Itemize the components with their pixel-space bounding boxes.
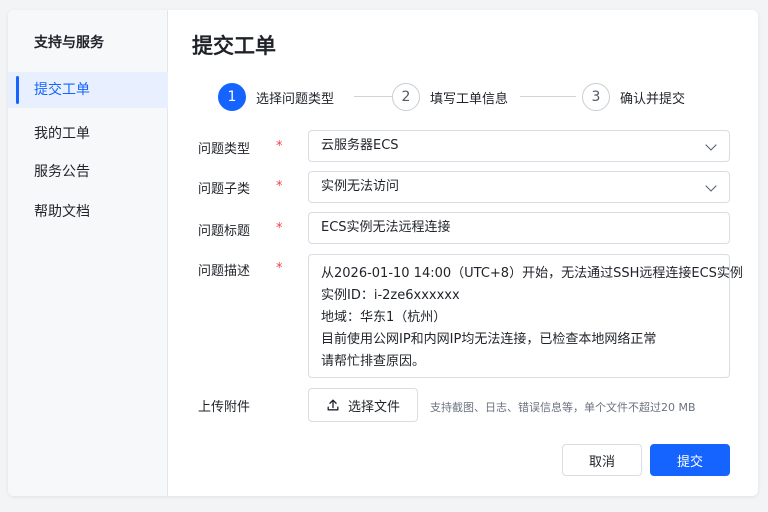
sidebar-item-help-docs[interactable]: 帮助文档 [8, 194, 168, 230]
problem-type-label: 问题类型 [198, 142, 251, 157]
step-2-number: 2 [392, 83, 420, 111]
step-2: 2 填写工单信息 [392, 82, 508, 112]
problem-description-label: 问题描述 [198, 264, 251, 279]
cancel-button[interactable]: 取消 [562, 444, 642, 476]
upload-icon [327, 399, 339, 411]
problem-title-input[interactable]: ECS实例无法远程连接 [308, 212, 730, 244]
step-2-label: 填写工单信息 [430, 91, 509, 107]
chevron-down-icon [705, 180, 717, 192]
step-3-number: 3 [582, 83, 610, 111]
choose-file-button[interactable]: 选择文件 [308, 388, 418, 422]
sidebar-title: 支持与服务 [34, 35, 104, 51]
problem-description-textarea[interactable]: 从2026-01-10 14:00（UTC+8）开始，无法通过SSH远程连接EC… [308, 254, 743, 378]
page-title: 提交工单 [192, 34, 276, 58]
chevron-down-icon [705, 139, 717, 151]
sidebar-item-submit-ticket[interactable]: 提交工单 [8, 72, 168, 108]
description-line: 从2026-01-10 14:00（UTC+8）开始，无法通过SSH远程连接EC… [321, 266, 743, 281]
problem-title-label: 问题标题 [198, 224, 251, 239]
required-mark: * [276, 139, 283, 154]
problem-subtype-label: 问题子类 [198, 182, 251, 197]
sidebar: 支持与服务 提交工单 我的工单 服务公告 帮助文档 [8, 10, 168, 496]
sidebar-item-announcements[interactable]: 服务公告 [8, 154, 168, 190]
description-line: 目前使用公网IP和内网IP均无法连接，已检查本地网络正常 [321, 332, 657, 347]
app-window: 支持与服务 提交工单 我的工单 服务公告 帮助文档 提交工单 1 选择问题类型 … [8, 10, 758, 496]
step-3: 3 确认并提交 [582, 82, 685, 112]
problem-type-value: 云服务器ECS [321, 138, 399, 153]
step-1: 1 选择问题类型 [218, 82, 334, 112]
step-1-number: 1 [218, 83, 246, 111]
attachment-label: 上传附件 [198, 400, 251, 415]
main-content: 提交工单 1 选择问题类型 2 填写工单信息 3 确认并提交 问题类型 * 云服… [168, 10, 758, 496]
description-line: 请帮忙排查原因。 [321, 354, 426, 369]
step-1-label: 选择问题类型 [256, 91, 335, 107]
description-line: 实例ID：i-2ze6xxxxxx [321, 288, 460, 303]
problem-type-select[interactable]: 云服务器ECS [308, 130, 730, 162]
step-connector [520, 96, 576, 97]
step-3-label: 确认并提交 [620, 91, 686, 107]
problem-subtype-value: 实例无法访问 [321, 179, 400, 194]
required-mark: * [276, 179, 283, 194]
choose-file-label: 选择文件 [347, 399, 400, 415]
submit-button[interactable]: 提交 [650, 444, 730, 476]
description-line: 地域：华东1（杭州） [321, 310, 447, 325]
upload-hint: 支持截图、日志、错误信息等，单个文件不超过20 MB [430, 401, 696, 414]
required-mark: * [276, 261, 283, 276]
sidebar-item-my-tickets[interactable]: 我的工单 [8, 116, 168, 152]
required-mark: * [276, 221, 283, 236]
problem-subtype-select[interactable]: 实例无法访问 [308, 171, 730, 203]
